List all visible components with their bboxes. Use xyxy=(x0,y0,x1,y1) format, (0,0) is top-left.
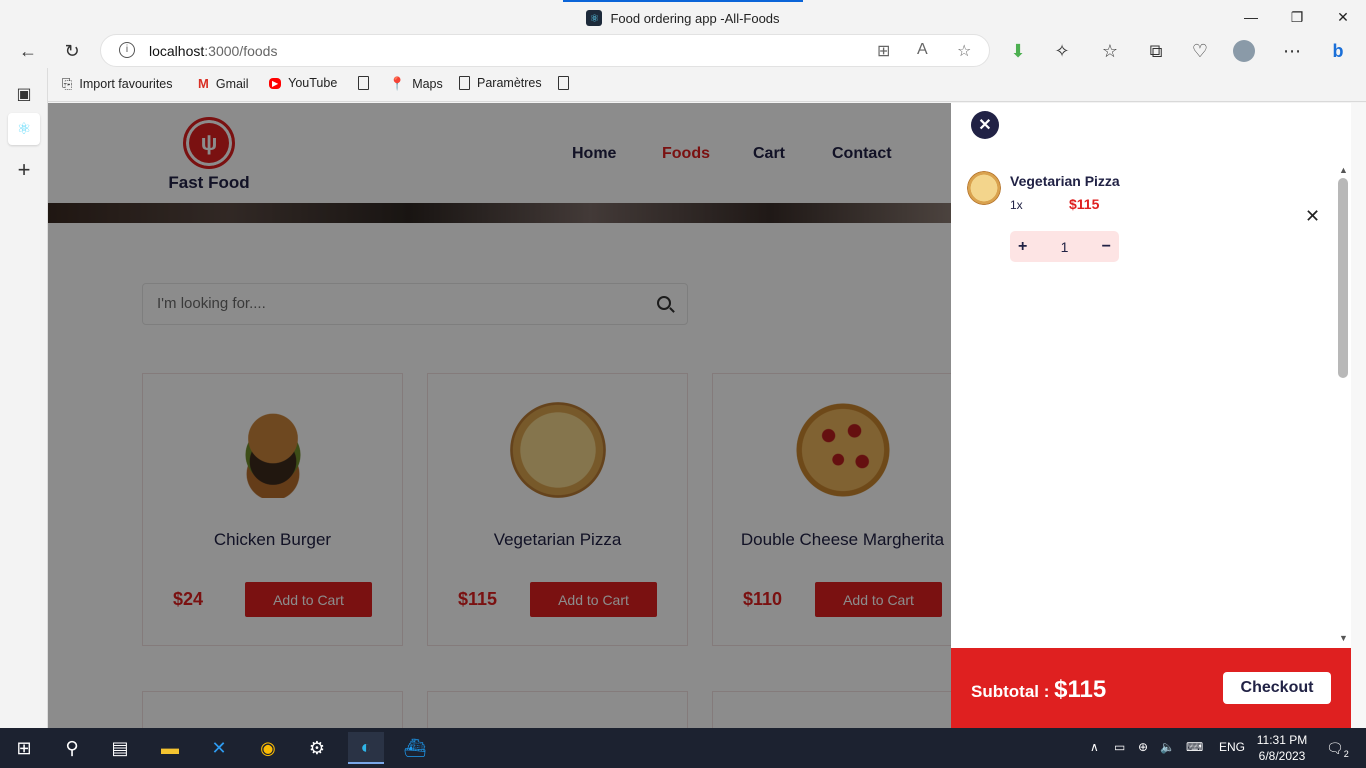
windows-start-icon[interactable]: ⊞ xyxy=(6,732,42,764)
restore-icon[interactable]: ❐ xyxy=(1274,0,1320,34)
extensions-icon[interactable]: ✧ xyxy=(1046,36,1078,66)
windows-taskbar: ⊞ ⚲ ▤ ▬ ✕ ◉ ⚙ ◐ ⛴ ∧ ▭ ⊕ 🔈 ⌨ ENG 11:31 PM… xyxy=(0,728,1366,768)
url-text[interactable]: localhost:3000/foods xyxy=(149,43,277,59)
volume-muted-icon[interactable]: 🔈 xyxy=(1160,740,1175,754)
tab-title: Food ordering app -All-Foods xyxy=(610,10,780,26)
more-options-icon[interactable]: ⋯ xyxy=(1276,36,1308,66)
cart-scrollbar[interactable]: ▲ ▼ xyxy=(1336,163,1351,648)
page-icon xyxy=(358,76,369,90)
remove-item-icon[interactable]: ✕ xyxy=(1305,206,1320,227)
import-icon: ⎘ xyxy=(62,76,73,91)
network-globe-icon[interactable]: ⊕ xyxy=(1138,740,1148,754)
clock-date: 6/8/2023 xyxy=(1258,749,1306,763)
youtube-icon: ▶ xyxy=(269,77,282,89)
close-window-icon[interactable]: ✕ xyxy=(1320,0,1366,34)
app-available-icon[interactable]: ⊞ xyxy=(877,41,890,61)
cart-item: Vegetarian Pizza 1x $115 ✕ + 1 − xyxy=(967,171,1327,271)
fav-parametres[interactable]: Paramètres xyxy=(459,76,542,90)
page-icon xyxy=(558,76,569,90)
maps-pin-icon: 📍 xyxy=(389,76,406,91)
subtotal: Subtotal : $115 xyxy=(971,676,1107,703)
browser-tab-active[interactable]: ⚛ Food ordering app -All-Foods xyxy=(563,0,803,34)
page-scrollbar[interactable] xyxy=(1351,103,1366,728)
quantity-value: 1 xyxy=(1060,238,1069,255)
bing-chat-icon[interactable]: b xyxy=(1322,36,1354,66)
cart-backdrop-overlay[interactable] xyxy=(48,103,951,728)
read-aloud-icon[interactable]: A xyxy=(917,41,928,59)
web-page: ψ Fast Food Home Foods Cart Contact Chic… xyxy=(48,103,951,728)
fav-page-2[interactable] xyxy=(558,76,576,90)
scroll-up-icon[interactable]: ▲ xyxy=(1339,165,1348,175)
profile-avatar-icon[interactable] xyxy=(1228,36,1260,66)
vertical-tabs-strip: ▣ ⚛ + xyxy=(0,68,48,728)
fav-page[interactable] xyxy=(358,76,376,90)
fav-gmail[interactable]: M Gmail xyxy=(198,76,249,91)
docker-icon[interactable]: ⛴ xyxy=(397,732,433,764)
keyboard-icon[interactable]: ⌨ xyxy=(1186,740,1203,754)
task-view-icon[interactable]: ▤ xyxy=(102,732,138,764)
download-extension-icon[interactable]: ⬇ xyxy=(1002,36,1034,66)
cart-drawer: ✕ Vegetarian Pizza 1x $115 ✕ + 1 − ▲ ▼ S… xyxy=(951,103,1351,728)
tab-actions-icon[interactable]: ▣ xyxy=(8,78,40,110)
clock[interactable]: 11:31 PM 6/8/2023 xyxy=(1250,732,1314,764)
chrome-icon[interactable]: ◉ xyxy=(250,732,286,764)
favorites-bar: ⎘ Import favourites M Gmail ▶ YouTube 📍 Maps… xyxy=(48,68,1366,102)
edge-icon[interactable]: ◐ xyxy=(348,732,384,764)
cart-item-name: Vegetarian Pizza xyxy=(1010,173,1120,189)
clock-time: 11:31 PM xyxy=(1256,733,1308,747)
window-title-bar: ⚛ Food ordering app -All-Foods — ❐ ✕ xyxy=(0,0,1366,34)
decrease-quantity-button[interactable]: − xyxy=(1102,238,1111,256)
page-icon xyxy=(459,76,470,90)
react-favicon-icon: ⚛ xyxy=(586,10,603,26)
vertical-tab-react-icon[interactable]: ⚛ xyxy=(8,113,40,145)
refresh-icon[interactable]: ↻ xyxy=(56,36,88,66)
fav-import[interactable]: ⎘ Import favourites xyxy=(62,76,173,92)
close-cart-button[interactable]: ✕ xyxy=(971,111,999,139)
file-explorer-icon[interactable]: ▬ xyxy=(152,732,188,764)
scrollbar-thumb[interactable] xyxy=(1338,178,1348,378)
fav-youtube[interactable]: ▶ YouTube xyxy=(269,76,337,90)
increase-quantity-button[interactable]: + xyxy=(1018,238,1027,256)
performance-icon[interactable]: ♡ xyxy=(1184,36,1216,66)
cart-item-image xyxy=(967,171,1001,205)
tray-chevron-icon[interactable]: ∧ xyxy=(1090,740,1099,754)
notification-count: 2 xyxy=(1343,748,1349,759)
vscode-icon[interactable]: ✕ xyxy=(201,732,237,764)
language-indicator[interactable]: ENG xyxy=(1219,740,1245,754)
favorites-icon[interactable]: ☆ xyxy=(1094,36,1126,66)
minimize-icon[interactable]: — xyxy=(1228,0,1274,34)
favorite-star-icon[interactable]: ☆ xyxy=(957,41,971,61)
settings-gear-icon[interactable]: ⚙ xyxy=(299,732,335,764)
fav-maps[interactable]: 📍 Maps xyxy=(389,76,443,92)
back-icon[interactable]: ← xyxy=(12,36,44,66)
address-bar[interactable]: i localhost:3000/foods ⊞ A ☆ xyxy=(100,34,990,67)
gmail-icon: M xyxy=(198,76,209,91)
battery-icon[interactable]: ▭ xyxy=(1114,740,1125,754)
search-icon[interactable]: ⚲ xyxy=(54,732,90,764)
browser-toolbar: ← ↻ i localhost:3000/foods ⊞ A ☆ ⬇ ✧ ☆ ⧉… xyxy=(0,34,1366,68)
scroll-down-icon[interactable]: ▼ xyxy=(1339,633,1348,643)
subtotal-bar: Subtotal : $115 Checkout xyxy=(951,648,1351,728)
collections-icon[interactable]: ⧉ xyxy=(1140,36,1172,66)
cart-item-qty-label: 1x xyxy=(1010,198,1023,212)
cart-item-price: $115 xyxy=(1069,196,1100,212)
site-info-icon[interactable]: i xyxy=(119,42,135,58)
checkout-button[interactable]: Checkout xyxy=(1223,672,1331,704)
subtotal-value: $115 xyxy=(1054,676,1107,703)
new-tab-icon[interactable]: + xyxy=(8,154,40,186)
quantity-stepper: + 1 − xyxy=(1010,231,1119,262)
notifications-icon[interactable]: 🗨2 xyxy=(1326,740,1349,759)
